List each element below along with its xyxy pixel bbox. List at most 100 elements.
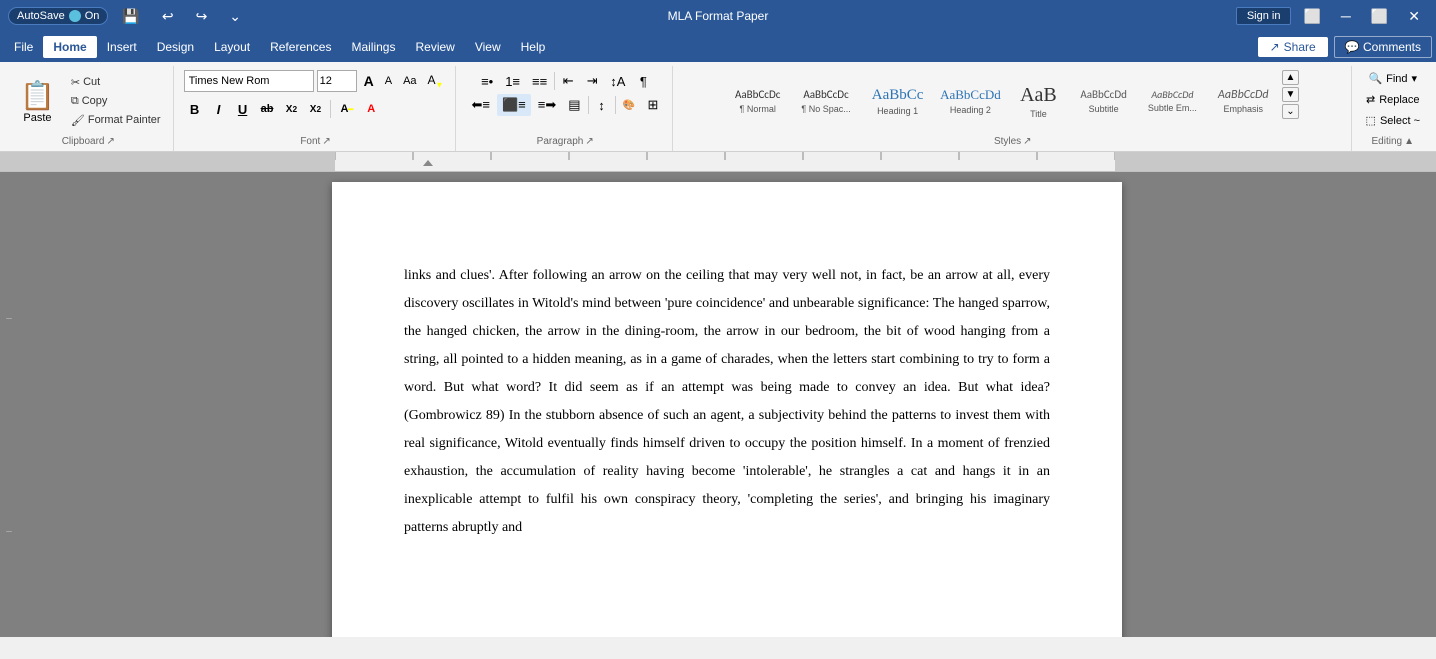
menu-mailings[interactable]: Mailings xyxy=(341,36,405,58)
style-title-label: Title xyxy=(1030,109,1047,119)
copy-button[interactable]: ⧉ Copy xyxy=(67,93,165,110)
decrease-indent-button[interactable]: ⇤ xyxy=(557,70,579,92)
font-color-button[interactable]: A xyxy=(360,98,382,120)
menu-design[interactable]: Design xyxy=(147,36,204,58)
sort-button[interactable]: ↕A xyxy=(605,70,630,92)
italic-button[interactable]: I xyxy=(208,98,230,120)
cut-button[interactable]: ✂ Cut xyxy=(67,74,165,91)
shrink-font-button[interactable]: A xyxy=(381,73,396,89)
font-name-input[interactable] xyxy=(184,70,314,92)
menu-layout[interactable]: Layout xyxy=(204,36,260,58)
editing-group: 🔍 Find ▾ ⇄ Replace ⬚ Select ~ Editing ▲ xyxy=(1354,66,1432,151)
save-button[interactable]: 💾 xyxy=(114,4,147,29)
format-painter-icon: 🖌 xyxy=(71,114,85,127)
font-size-input[interactable] xyxy=(317,70,357,92)
style-title[interactable]: AaB Title xyxy=(1008,78,1068,124)
select-icon: ⬚ xyxy=(1366,114,1376,127)
clipboard-expand-icon[interactable]: ↗ xyxy=(107,136,115,147)
line-spacing-button[interactable]: ↕ xyxy=(591,94,613,116)
style-heading2[interactable]: AaBbCcDd Heading 2 xyxy=(935,82,1005,120)
close-button[interactable]: ✕ xyxy=(1400,6,1428,27)
grow-font-button[interactable]: A xyxy=(360,71,378,91)
select-button[interactable]: ⬚ Select ~ xyxy=(1362,112,1424,129)
font-content: A A Aa A▼ B I U ab X2 X2 A━ A xyxy=(184,70,448,132)
align-right-button[interactable]: ≡➡ xyxy=(533,94,561,116)
text-highlight-button[interactable]: A━ xyxy=(335,98,358,120)
style-h2-preview: AaBbCcDd xyxy=(940,87,1001,103)
style-heading1[interactable]: AaBbCc Heading 1 xyxy=(863,81,933,121)
comments-button[interactable]: 💬 Comments xyxy=(1334,36,1432,58)
format-painter-button[interactable]: 🖌 Format Painter xyxy=(67,112,165,129)
style-nospace[interactable]: AaBbCcDc ¶ No Spac... xyxy=(792,83,859,118)
menu-file[interactable]: File xyxy=(4,36,43,58)
autosave-toggle[interactable]: AutoSave On xyxy=(8,7,108,25)
style-h1-label: Heading 1 xyxy=(877,106,918,116)
find-button[interactable]: 🔍 Find ▾ xyxy=(1364,70,1421,87)
underline-button[interactable]: U xyxy=(232,98,254,120)
menu-review[interactable]: Review xyxy=(405,36,464,58)
styles-expand[interactable]: ⌄ xyxy=(1282,104,1300,119)
clipboard-group: 📋 Paste ✂ Cut ⧉ Copy 🖌 Format Painter C xyxy=(4,66,174,151)
customize-qat-button[interactable]: ⌄ xyxy=(221,4,249,29)
styles-expand-icon[interactable]: ↗ xyxy=(1023,136,1031,147)
style-subtitle[interactable]: AaBbCcDd Subtitle xyxy=(1071,83,1135,118)
sign-in-button[interactable]: Sign in xyxy=(1236,7,1292,25)
undo-button[interactable]: ↩ xyxy=(154,4,182,29)
style-emphasis[interactable]: AaBbCcDd Emphasis xyxy=(1209,83,1278,119)
para-sep1 xyxy=(554,72,555,90)
replace-button[interactable]: ⇄ Replace xyxy=(1362,91,1424,108)
style-normal[interactable]: AaBbCcDc ¶ Normal xyxy=(726,83,789,118)
align-buttons-row: ⬅≡ ⬛≡ ≡➡ ▤ ↕ 🎨 ⊞ xyxy=(466,94,664,116)
editing-expand-icon[interactable]: ▲ xyxy=(1404,136,1414,147)
font-expand-icon[interactable]: ↗ xyxy=(322,136,330,147)
styles-scroll-down[interactable]: ▼ xyxy=(1282,87,1300,102)
align-left-button[interactable]: ⬅≡ xyxy=(466,94,494,116)
numbering-button[interactable]: 1≡ xyxy=(500,70,525,92)
document-page[interactable]: links and clues'. After following an arr… xyxy=(332,182,1122,637)
clipboard-sub: ✂ Cut ⧉ Copy 🖌 Format Painter xyxy=(67,74,165,129)
multilevel-button[interactable]: ≡≡ xyxy=(527,70,552,92)
paste-button[interactable]: 📋 Paste xyxy=(12,75,63,128)
change-case-button[interactable]: Aa xyxy=(399,73,420,89)
autosave-state: On xyxy=(85,10,100,22)
shading-button[interactable]: 🎨 xyxy=(618,94,640,116)
menu-references[interactable]: References xyxy=(260,36,341,58)
show-hide-button[interactable]: ¶ xyxy=(632,70,654,92)
copy-icon: ⧉ xyxy=(71,95,79,108)
restore-button[interactable]: ⬜ xyxy=(1363,6,1396,27)
strikethrough-button[interactable]: ab xyxy=(256,98,279,120)
borders-button[interactable]: ⊞ xyxy=(642,94,664,116)
redo-button[interactable]: ↪ xyxy=(188,4,216,29)
menu-home[interactable]: Home xyxy=(43,36,96,58)
menu-insert[interactable]: Insert xyxy=(97,36,147,58)
style-nospace-preview: AaBbCcDc xyxy=(803,88,848,101)
bold-button[interactable]: B xyxy=(184,98,206,120)
paragraph-expand-icon[interactable]: ↗ xyxy=(585,136,593,147)
bullets-button[interactable]: ≡• xyxy=(476,70,498,92)
clear-formatting-button[interactable]: A▼ xyxy=(424,71,448,91)
style-h1-preview: AaBbCc xyxy=(872,86,924,104)
document-area: ─ ─ ─ links and clues'. After following … xyxy=(0,172,1436,637)
styles-scroll-up[interactable]: ▲ xyxy=(1282,70,1300,85)
scissors-icon: ✂ xyxy=(71,76,80,89)
paragraph-content: ≡• 1≡ ≡≡ ⇤ ⇥ ↕A ¶ ⬅≡ ⬛≡ ≡➡ ▤ ↕ 🎨 ⊞ xyxy=(466,70,664,132)
subscript-button[interactable]: X2 xyxy=(280,98,302,120)
style-subtle-em[interactable]: AaBbCcDd Subtle Em... xyxy=(1139,84,1206,118)
document-paragraph: links and clues'. After following an arr… xyxy=(404,262,1050,542)
justify-button[interactable]: ▤ xyxy=(563,94,585,116)
align-center-button[interactable]: ⬛≡ xyxy=(497,94,531,116)
font-formatting-row: B I U ab X2 X2 A━ A xyxy=(184,98,383,120)
minimize-button[interactable]: ─ xyxy=(1333,6,1359,27)
font-separator xyxy=(330,100,331,118)
ribbon-display-button[interactable]: ⬜ xyxy=(1295,4,1328,29)
menu-help[interactable]: Help xyxy=(511,36,556,58)
menu-view[interactable]: View xyxy=(465,36,511,58)
paragraph-label: Paragraph ↗ xyxy=(537,132,594,147)
share-button[interactable]: ↗ Share xyxy=(1258,37,1328,57)
para-sep3 xyxy=(615,96,616,114)
paste-icon: 📋 xyxy=(20,79,55,112)
style-h2-label: Heading 2 xyxy=(950,105,991,115)
cursor-position[interactable] xyxy=(929,296,932,311)
increase-indent-button[interactable]: ⇥ xyxy=(581,70,603,92)
superscript-button[interactable]: X2 xyxy=(304,98,326,120)
